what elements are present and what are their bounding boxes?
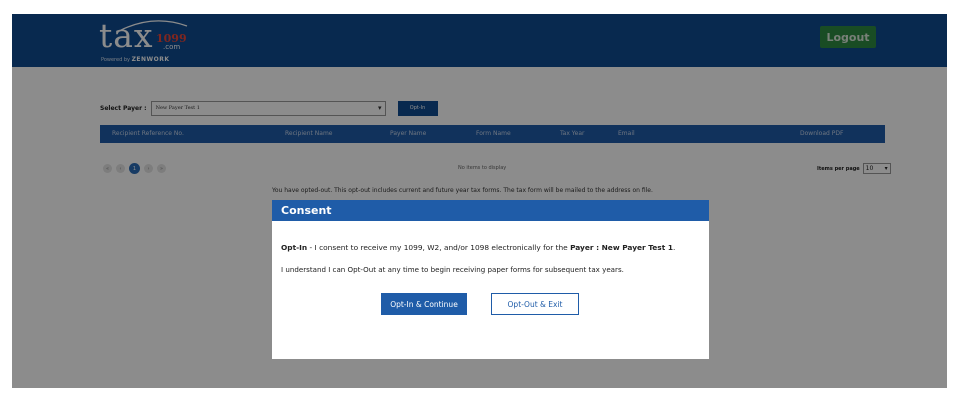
modal-title: Consent	[272, 200, 709, 221]
optout-exit-button[interactable]: Opt-Out & Exit	[491, 293, 579, 315]
consent-text: Opt-In - I consent to receive my 1099, W…	[281, 243, 675, 252]
consent-end: .	[672, 243, 676, 252]
payer-bold: Payer : New Payer Test 1	[570, 243, 673, 252]
optout-note: I understand I can Opt-Out at any time t…	[281, 265, 624, 274]
consent-body: - I consent to receive my 1099, W2, and/…	[307, 243, 571, 252]
optin-continue-button[interactable]: Opt-In & Continue	[381, 293, 467, 315]
app-frame: tax 1099 .com Powered by ZENWORK Logout …	[12, 14, 947, 388]
optin-bold: Opt-In	[281, 243, 308, 252]
consent-modal: Consent Opt-In - I consent to receive my…	[272, 200, 709, 359]
